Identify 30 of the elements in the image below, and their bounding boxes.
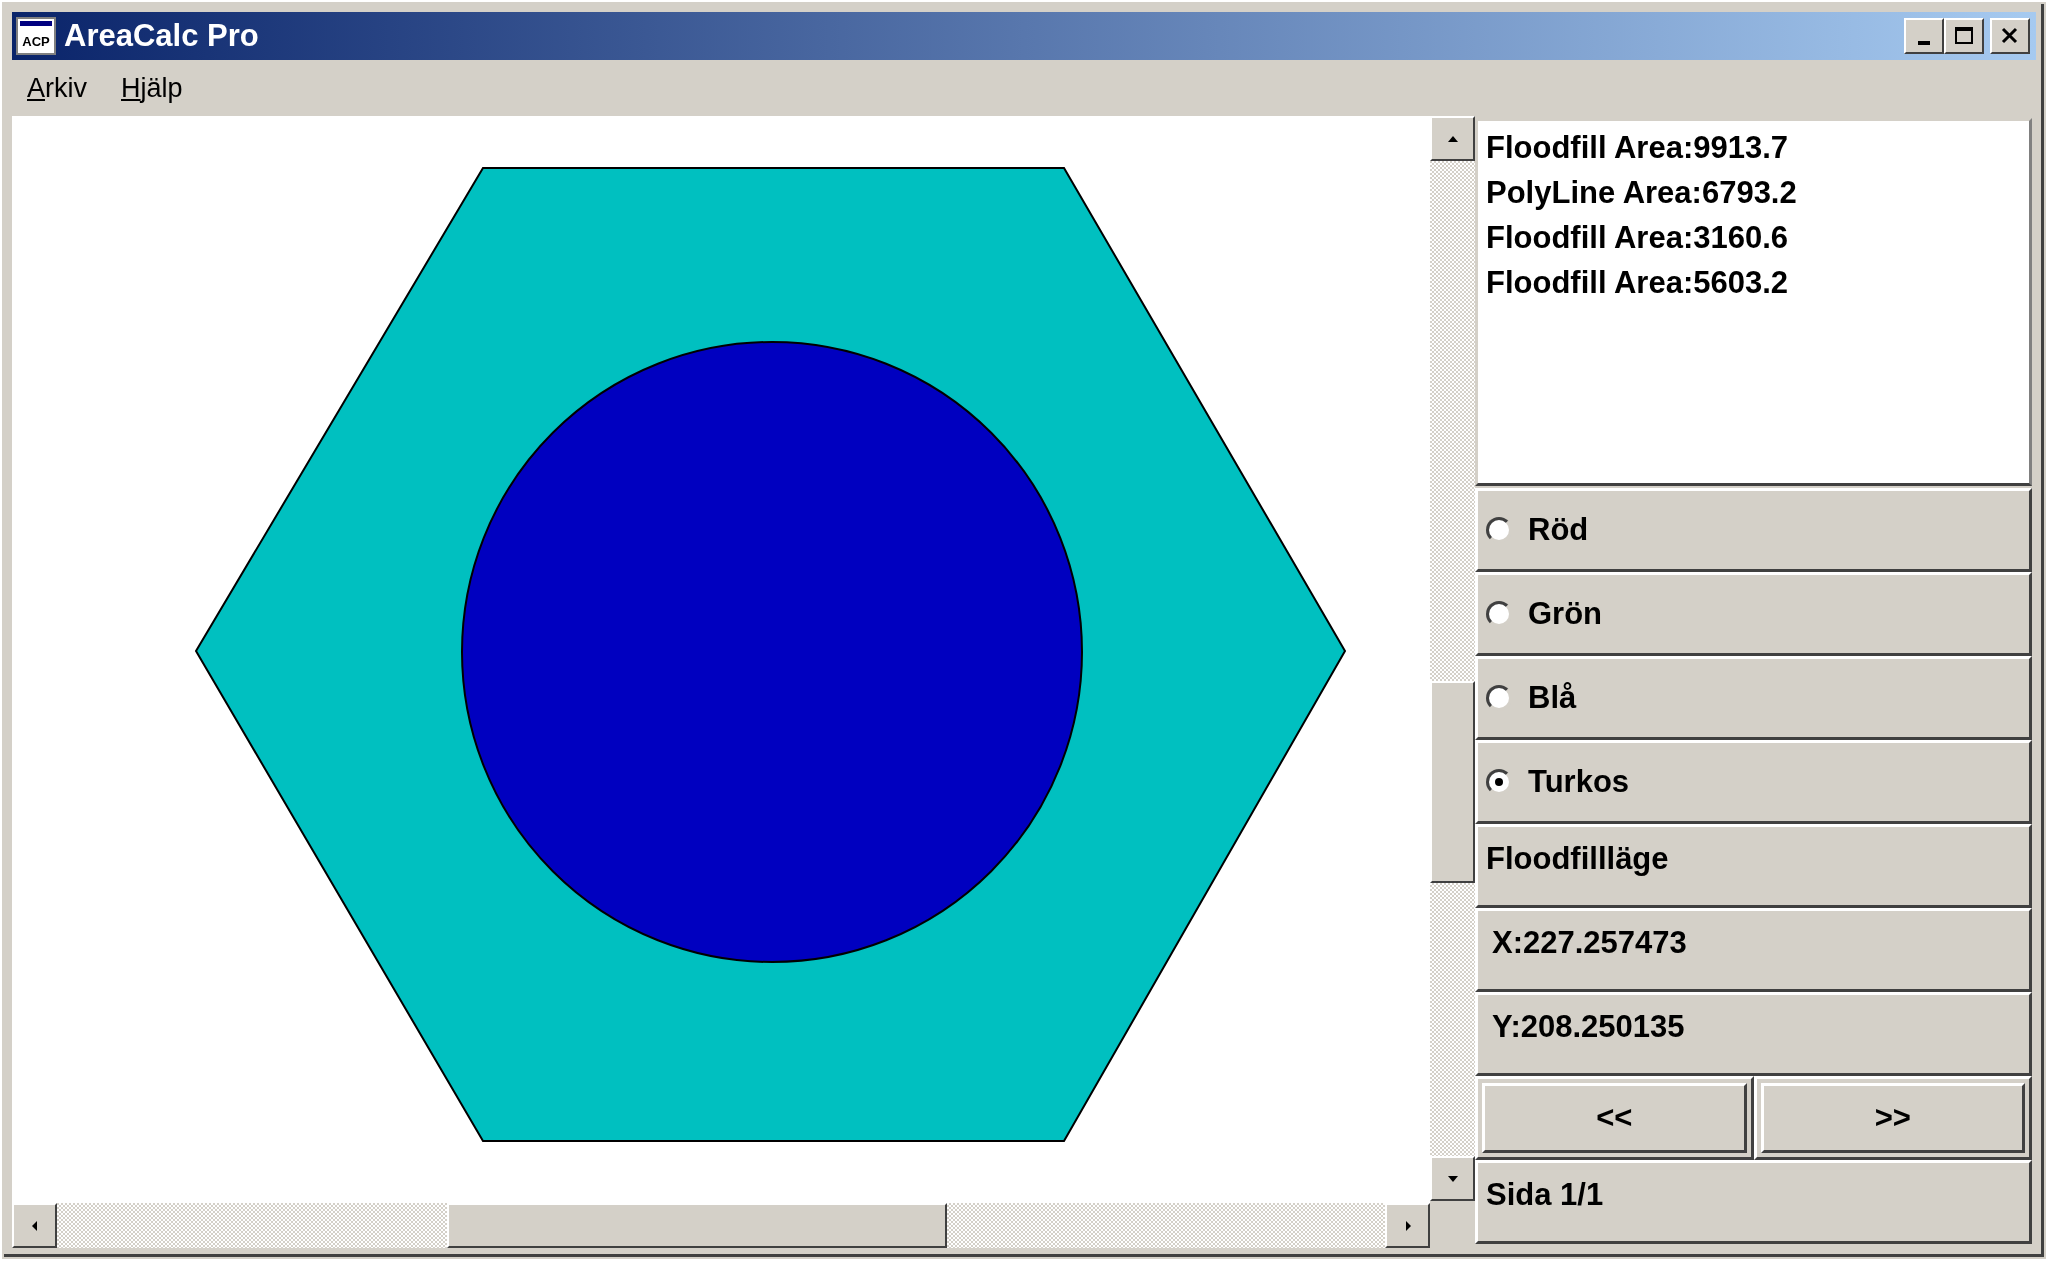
app-icon: ACP (16, 17, 56, 55)
list-item[interactable]: Floodfill Area:5603.2 (1486, 260, 2021, 305)
scroll-left-button[interactable] (12, 1203, 57, 1248)
menu-item[interactable]: Hjälp (121, 72, 183, 104)
list-item[interactable]: PolyLine Area:6793.2 (1486, 170, 2021, 215)
next-page-button[interactable]: >> (1760, 1083, 2025, 1153)
radio-option[interactable]: Grön (1475, 572, 2032, 656)
maximize-icon (1953, 26, 1975, 46)
minimize-icon (1918, 41, 1930, 45)
radio-option[interactable]: Blå (1475, 656, 2032, 740)
list-item[interactable]: Floodfill Area:3160.6 (1486, 215, 2021, 260)
scroll-up-button[interactable] (1430, 116, 1475, 161)
menu-item[interactable]: Arkiv (27, 72, 87, 104)
mode-label: Floodfillläge (1475, 824, 2032, 908)
radio-option[interactable]: Turkos (1475, 740, 2032, 824)
window-title: AreaCalc Pro (64, 18, 260, 54)
y-coordinate: Y:208.250135 (1475, 992, 2032, 1076)
scrollbar-thumb[interactable] (447, 1203, 947, 1248)
scroll-right-button[interactable] (1385, 1203, 1430, 1248)
results-list[interactable]: Floodfill Area:9913.7 PolyLine Area:6793.2 Floodfill Area:3160.6 Floodfill Area:5603.2 (1475, 118, 2032, 486)
maximize-button[interactable] (1944, 18, 1984, 54)
scroll-down-button[interactable] (1430, 1156, 1475, 1201)
minimize-button[interactable] (1904, 18, 1944, 54)
radio-option[interactable]: Röd (1475, 488, 2032, 572)
close-button[interactable] (1990, 18, 2030, 54)
scrollbar-thumb[interactable] (1430, 681, 1475, 883)
page-label: Sida 1/1 (1475, 1160, 2032, 1244)
list-item[interactable]: Floodfill Area:9913.7 (1486, 125, 2021, 170)
previous-page-button[interactable]: << (1482, 1083, 1747, 1153)
x-coordinate: X:227.257473 (1475, 908, 2032, 992)
